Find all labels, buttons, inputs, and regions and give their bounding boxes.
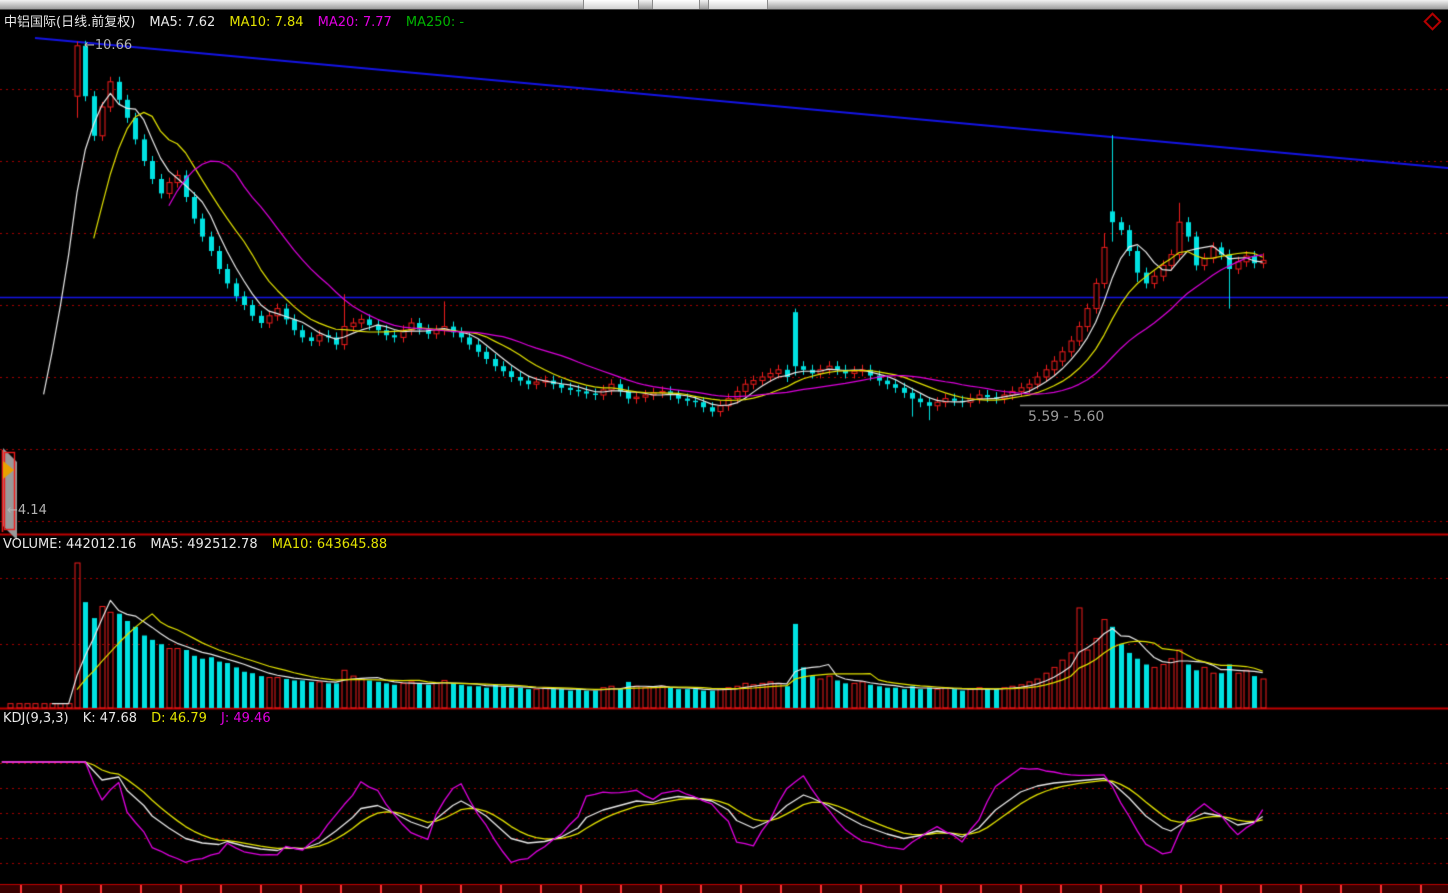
ma20-value: MA20: 7.77 xyxy=(318,15,392,30)
price-range-label: 5.59 - 5.60 xyxy=(1028,409,1104,425)
window-chrome xyxy=(0,0,1448,10)
window-tab xyxy=(708,0,768,9)
window-tab xyxy=(652,0,700,9)
volume-ma5-value: MA5: 492512.78 xyxy=(150,537,257,552)
volume-value: VOLUME: 442012.16 xyxy=(3,537,136,552)
high-price-label: ←10.66 xyxy=(84,38,132,53)
ma10-value: MA10: 7.84 xyxy=(229,15,303,30)
kdj-header: KDJ(9,3,3) K: 47.68 D: 46.79 J: 49.46 xyxy=(3,711,281,726)
stock-title: 中铝国际(日线.前复权) xyxy=(4,15,135,30)
kdj-label: KDJ(9,3,3) xyxy=(3,711,69,726)
kdj-k-value: K: 47.68 xyxy=(83,711,137,726)
main-chart-header: 中铝国际(日线.前复权) MA5: 7.62 MA10: 7.84 MA20: … xyxy=(4,11,474,30)
volume-header: VOLUME: 442012.16 MA5: 492512.78 MA10: 6… xyxy=(3,537,397,552)
ma250-value: MA250: - xyxy=(406,15,464,30)
ma5-value: MA5: 7.62 xyxy=(149,15,215,30)
low-price-label: ←4.14 xyxy=(7,503,47,518)
kdj-j-value: J: 49.46 xyxy=(221,711,271,726)
stock-chart-canvas[interactable] xyxy=(0,0,1448,893)
window-tab xyxy=(583,0,639,9)
volume-ma10-value: MA10: 643645.88 xyxy=(272,537,387,552)
kdj-d-value: D: 46.79 xyxy=(151,711,207,726)
